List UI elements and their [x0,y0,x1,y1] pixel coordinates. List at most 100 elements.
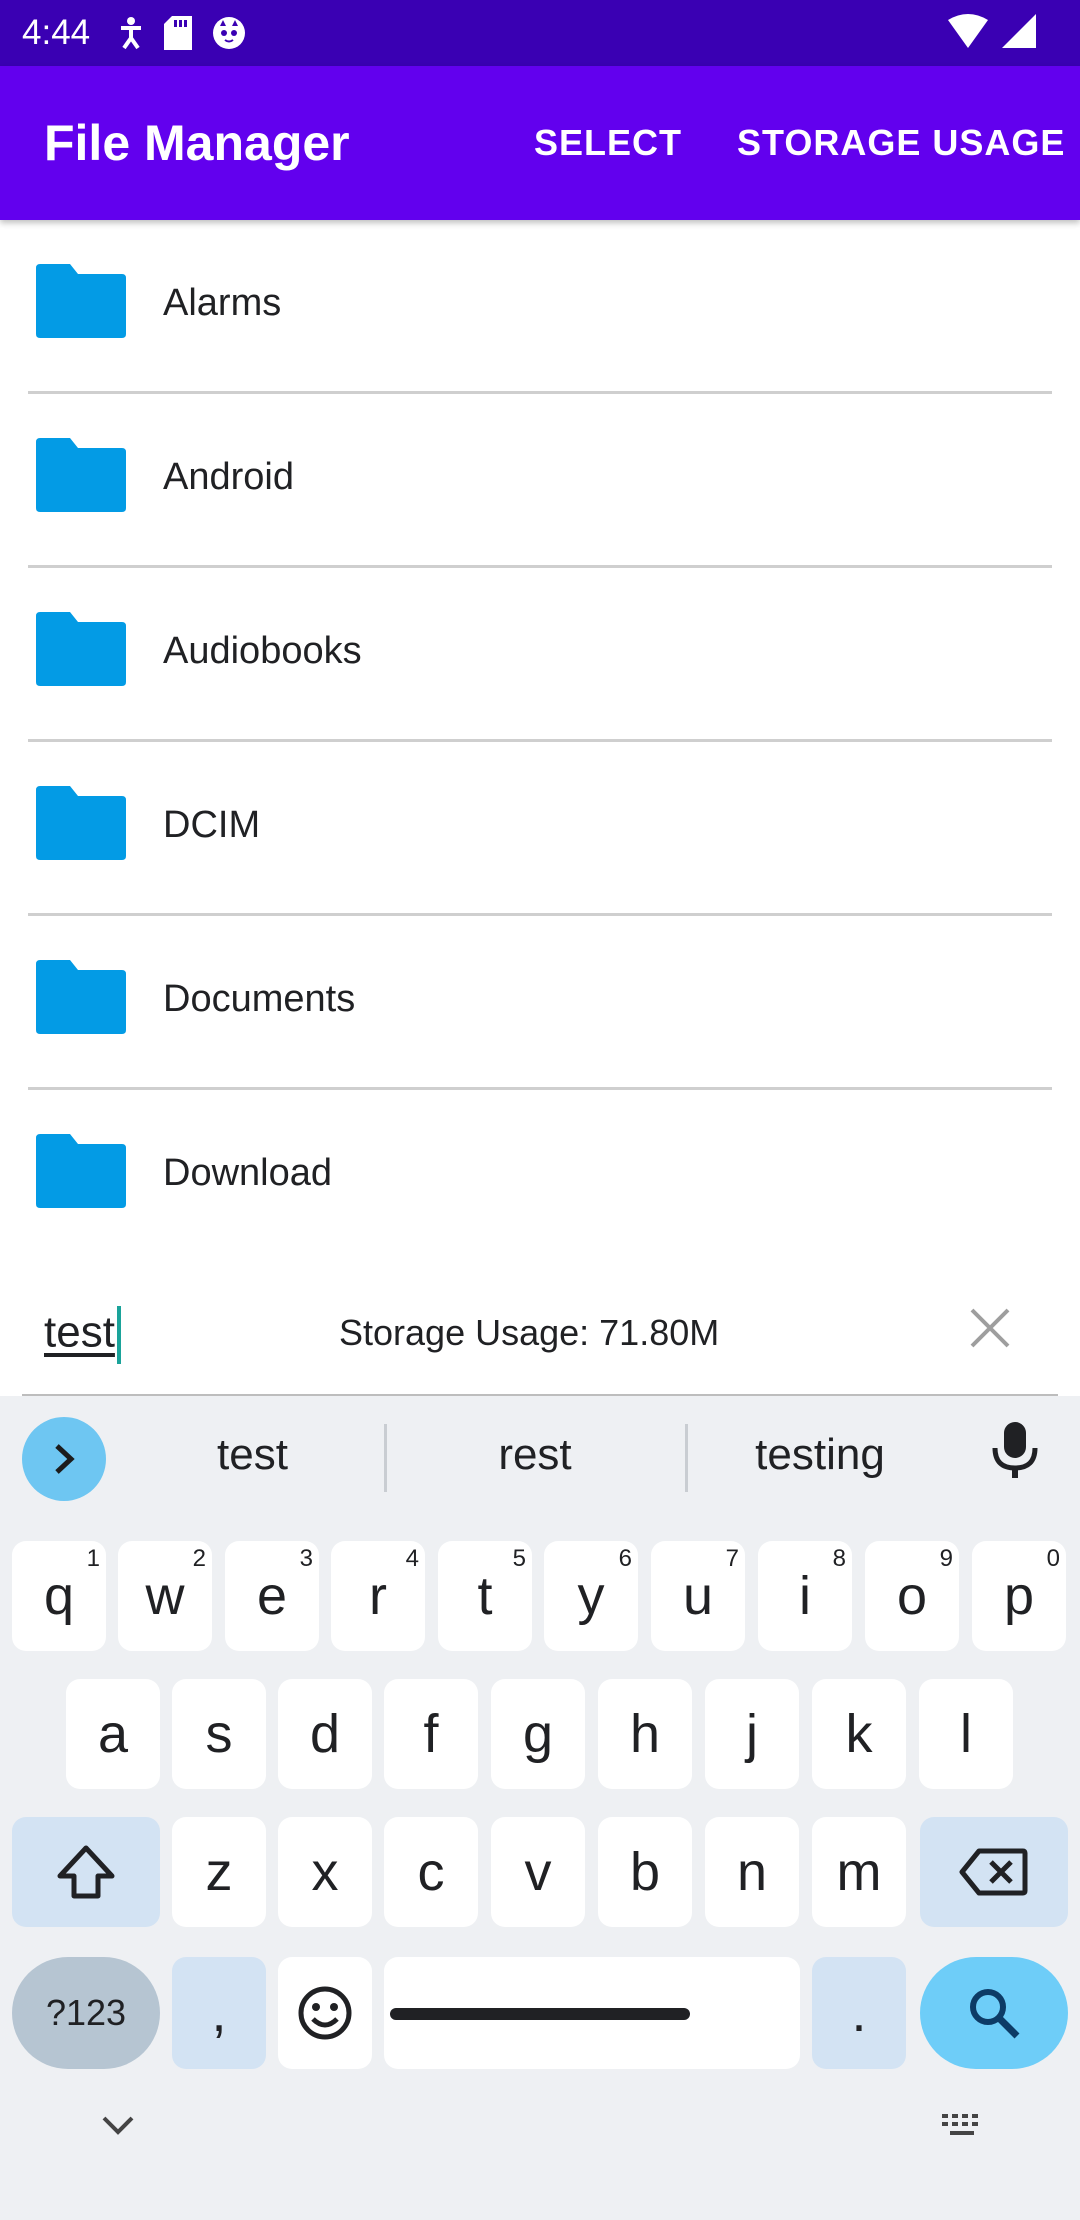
file-row-android[interactable]: Android [0,394,1080,568]
key-label: w [145,1566,185,1626]
file-name: Documents [163,978,356,1020]
file-row-dcim[interactable]: DCIM [0,742,1080,916]
backspace-key[interactable] [920,1817,1068,1927]
storage-usage-label: Storage Usage: 71.80M [339,1312,720,1353]
divider [685,1424,688,1492]
key-hint: 0 [1046,1545,1060,1572]
key-hint: 3 [299,1545,313,1572]
emoji-key[interactable] [278,1957,372,2069]
key-l[interactable]: l [919,1679,1013,1789]
file-row-documents[interactable]: Documents [0,916,1080,1090]
key-g[interactable]: g [491,1679,585,1789]
key-v[interactable]: v [491,1817,585,1927]
key-e[interactable]: e3 [225,1541,319,1651]
folder-icon [36,786,126,860]
key-label: i [799,1566,811,1626]
key-hint: 6 [618,1545,632,1572]
folder-icon [36,264,126,338]
file-name: Download [163,1152,332,1194]
close-icon[interactable] [968,1306,1012,1350]
key-hint: 4 [405,1545,419,1572]
key-m[interactable]: m [812,1817,906,1927]
comma-key[interactable]: , [172,1957,266,2069]
key-x[interactable]: x [278,1817,372,1927]
search-key[interactable] [920,1957,1068,2069]
suggestion-2[interactable]: rest [450,1430,620,1480]
symbols-key[interactable]: ?123 [12,1957,160,2069]
key-c[interactable]: c [384,1817,478,1927]
file-list: Alarms Android Audiobooks DCIM Documents… [0,220,1080,1264]
microphone-icon[interactable] [990,1420,1040,1480]
key-i[interactable]: i8 [758,1541,852,1651]
folder-icon [36,438,126,512]
sd-card-icon [164,16,193,50]
divider [384,1424,387,1492]
wifi-icon [948,14,988,48]
key-label: e [256,1566,288,1626]
key-j[interactable]: j [705,1679,799,1789]
key-p[interactable]: p0 [972,1541,1066,1651]
key-t[interactable]: t5 [438,1541,532,1651]
key-label: p [1003,1566,1035,1626]
key-label: u [682,1566,714,1626]
folder-icon [36,960,126,1034]
key-n[interactable]: n [705,1817,799,1927]
key-k[interactable]: k [812,1679,906,1789]
period-key[interactable]: . [812,1957,906,2069]
search-input-text: test [44,1307,115,1357]
key-f[interactable]: f [384,1679,478,1789]
key-b[interactable]: b [598,1817,692,1927]
cat-app-icon [213,17,246,49]
status-bar: 4:44 [0,0,1080,66]
key-label: r [369,1566,387,1626]
status-system-icons [948,14,1036,48]
key-a[interactable]: a [66,1679,160,1789]
backspace-icon [959,1848,1028,1896]
suggestion-3[interactable]: testing [720,1430,920,1480]
key-u[interactable]: u7 [651,1541,745,1651]
home-indicator[interactable] [390,2008,690,2020]
key-hint: 5 [512,1545,526,1572]
accessibility-icon [121,17,142,50]
search-bar: test Storage Usage: 71.80M [0,1234,1080,1396]
file-row-alarms[interactable]: Alarms [0,220,1080,394]
key-z[interactable]: z [172,1817,266,1927]
key-d[interactable]: d [278,1679,372,1789]
file-name: DCIM [163,804,261,846]
folder-icon [36,612,126,686]
key-o[interactable]: o9 [865,1541,959,1651]
key-hint: 9 [939,1545,953,1572]
key-w[interactable]: w2 [118,1541,212,1651]
chevron-down-icon[interactable] [100,2114,136,2138]
select-button[interactable]: SELECT [534,122,682,164]
search-input[interactable]: test [44,1306,121,1364]
signal-icon [1002,14,1036,48]
app-bar: File Manager SELECT STORAGE USAGE [0,66,1080,220]
key-q[interactable]: q1 [12,1541,106,1651]
key-label: t [477,1566,493,1626]
screen: 4:44 File Manager SELECT STORAGE USAGE A… [0,0,1080,2220]
key-s[interactable]: s [172,1679,266,1789]
file-name: Android [163,456,294,498]
status-notification-icons [118,16,246,50]
keyboard-switch-icon[interactable] [940,2112,984,2140]
key-h[interactable]: h [598,1679,692,1789]
expand-toolbar-button[interactable] [22,1417,106,1501]
shift-icon [57,1845,115,1899]
storage-usage-button[interactable]: STORAGE USAGE [737,122,1065,164]
key-label: o [896,1566,928,1626]
text-cursor [116,1306,121,1364]
shift-key[interactable] [12,1817,160,1927]
keyboard: test rest testing q1 w2 e3 r4 t5 y6 u7 i… [0,1396,1080,2220]
file-row-audiobooks[interactable]: Audiobooks [0,568,1080,742]
file-name: Alarms [163,282,282,324]
app-title: File Manager [44,115,350,171]
status-time: 4:44 [22,13,91,52]
suggestion-bar: test rest testing [0,1396,1080,1516]
folder-icon [36,1134,126,1208]
key-r[interactable]: r4 [331,1541,425,1651]
search-icon [970,1989,1020,2039]
key-y[interactable]: y6 [544,1541,638,1651]
key-label: q [43,1566,75,1626]
suggestion-1[interactable]: test [170,1430,335,1480]
